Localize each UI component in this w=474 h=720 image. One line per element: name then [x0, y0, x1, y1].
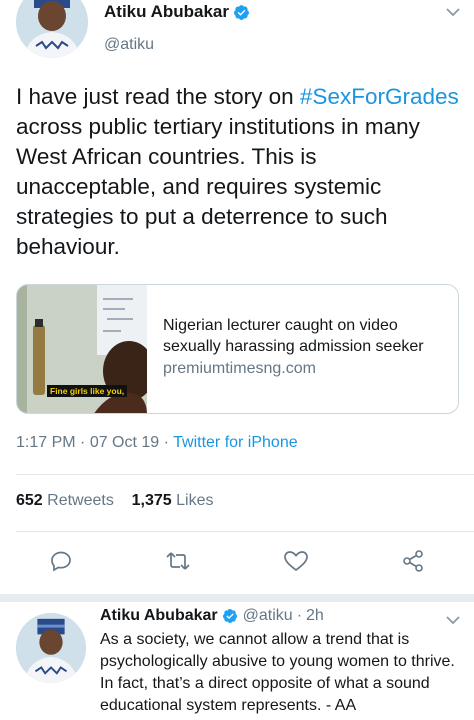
retweets-stat[interactable]: 652 Retweets — [16, 492, 114, 509]
reply-dot: · — [296, 607, 303, 624]
tweet-text-before: I have just read the story on — [16, 84, 300, 109]
reply-icon[interactable] — [46, 546, 76, 576]
reply-author-handle[interactable]: @atiku — [243, 607, 293, 625]
tweet-timestamp: 1:17 PM · 07 Oct 19 · Twitter for iPhone — [16, 434, 298, 452]
like-count: 1,375 — [131, 492, 172, 509]
retweet-count: 652 — [16, 492, 43, 509]
reply-author-avatar[interactable] — [16, 613, 86, 683]
card-title: Nigerian lecturer caught on video sexual… — [163, 317, 424, 355]
reply-text: As a society, we cannot allow a trend th… — [100, 631, 455, 714]
card-domain: premiumtimesng.com — [163, 360, 316, 377]
like-label: Likes — [176, 492, 214, 509]
retweet-icon[interactable] — [163, 546, 193, 576]
divider — [16, 474, 474, 475]
verified-badge-icon — [222, 608, 239, 625]
action-bar — [0, 546, 474, 582]
tweet-source-link[interactable]: Twitter for iPhone — [173, 434, 298, 451]
likes-stat[interactable]: 1,375 Likes — [132, 492, 214, 509]
chevron-down-icon[interactable] — [446, 4, 460, 17]
card-body: Nigerian lecturer caught on video sexual… — [147, 285, 453, 413]
card-thumbnail: Fine girls like you, — [17, 285, 155, 413]
reply-header: Atiku Abubakar @atiku · 2h — [100, 607, 324, 625]
author-avatar[interactable] — [16, 0, 88, 58]
verified-badge-icon — [233, 4, 250, 21]
card-image-caption: Fine girls like you, — [47, 385, 128, 397]
like-icon[interactable] — [281, 546, 311, 576]
tweet-date: 07 Oct 19 — [89, 434, 160, 451]
reply-author-name[interactable]: Atiku Abubakar — [100, 607, 218, 625]
meta-dot-2: · — [159, 434, 174, 451]
author-name-text[interactable]: Atiku Abubakar — [104, 2, 229, 22]
section-separator — [0, 594, 474, 602]
reply-time: 2h — [306, 607, 324, 624]
chevron-down-icon[interactable] — [446, 612, 460, 625]
share-icon[interactable] — [398, 546, 428, 576]
retweet-label: Retweets — [47, 492, 114, 509]
tweet-text-after: across public tertiary institutions in m… — [16, 114, 420, 259]
hashtag-link[interactable]: #SexForGrades — [300, 84, 459, 109]
tweet-time: 1:17 PM — [16, 434, 76, 451]
divider — [16, 531, 474, 532]
tweet-text: I have just read the story on #SexForGra… — [16, 82, 460, 262]
tweet-stats: 652 Retweets 1,375 Likes — [16, 492, 214, 510]
link-card[interactable]: Fine girls like you, Nigerian lecturer c… — [16, 284, 459, 414]
meta-dot: · — [75, 434, 90, 451]
author-handle[interactable]: @atiku — [104, 36, 154, 54]
author-name[interactable]: Atiku Abubakar — [104, 2, 250, 22]
